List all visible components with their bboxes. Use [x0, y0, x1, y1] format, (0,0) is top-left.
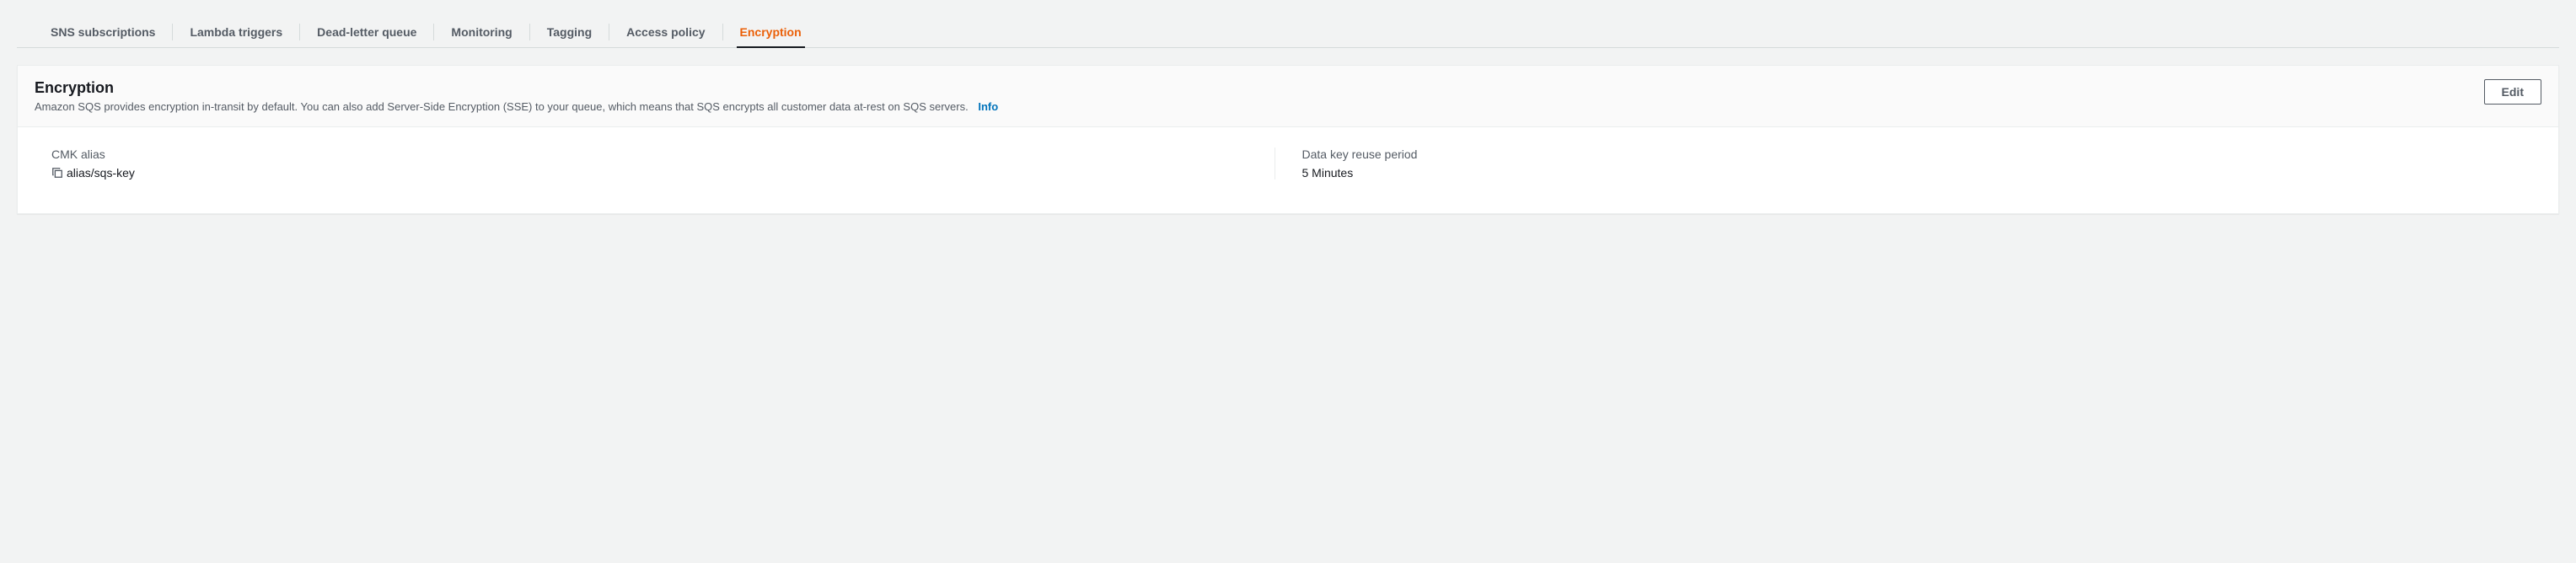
tab-encryption[interactable]: Encryption [740, 17, 802, 47]
reuse-period-value: 5 Minutes [1302, 166, 1354, 180]
panel-title: Encryption [35, 79, 2467, 97]
tab-bar: SNS subscriptions Lambda triggers Dead-l… [17, 17, 2559, 48]
tab-separator [529, 24, 530, 40]
tab-separator [299, 24, 300, 40]
copy-icon[interactable] [51, 167, 63, 179]
encryption-panel: Encryption Amazon SQS provides encryptio… [17, 65, 2559, 214]
panel-header: Encryption Amazon SQS provides encryptio… [18, 66, 2558, 127]
tab-access-policy[interactable]: Access policy [626, 17, 705, 47]
tab-sns-subscriptions[interactable]: SNS subscriptions [51, 17, 155, 47]
tab-lambda-triggers[interactable]: Lambda triggers [190, 17, 282, 47]
field-value-cmk-alias: alias/sqs-key [51, 166, 1275, 180]
panel-description-text: Amazon SQS provides encryption in-transi… [35, 100, 969, 113]
tab-separator [172, 24, 173, 40]
panel-body: CMK alias alias/sqs-key Data key reuse p… [18, 127, 2558, 213]
cmk-alias-value: alias/sqs-key [67, 166, 135, 180]
panel-description: Amazon SQS provides encryption in-transi… [35, 100, 2467, 113]
edit-button[interactable]: Edit [2484, 79, 2541, 105]
field-label-reuse-period: Data key reuse period [1302, 147, 2525, 161]
tab-separator [433, 24, 434, 40]
tab-monitoring[interactable]: Monitoring [451, 17, 512, 47]
field-reuse-period: Data key reuse period 5 Minutes [1275, 147, 2525, 180]
tab-dead-letter-queue[interactable]: Dead-letter queue [317, 17, 416, 47]
tab-separator [722, 24, 723, 40]
field-value-reuse-period: 5 Minutes [1302, 166, 2525, 180]
field-cmk-alias: CMK alias alias/sqs-key [51, 147, 1275, 180]
info-link[interactable]: Info [978, 100, 998, 113]
tab-tagging[interactable]: Tagging [547, 17, 592, 47]
field-label-cmk-alias: CMK alias [51, 147, 1275, 161]
